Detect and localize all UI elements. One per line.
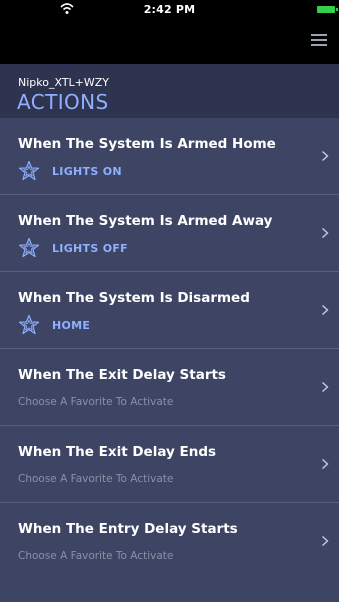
- action-title: When The System Is Armed Away: [18, 213, 273, 229]
- favorite-label: HOME: [52, 318, 91, 332]
- favorite-placeholder: Choose A Favorite To Activate: [18, 473, 174, 485]
- action-item-armed-home[interactable]: When The System Is Armed Home LIGHTS ON: [0, 118, 339, 194]
- action-title: When The System Is Disarmed: [18, 290, 250, 306]
- system-name: Nipko_XTL+WZY: [18, 76, 110, 89]
- action-favorite: Choose A Favorite To Activate: [18, 545, 173, 567]
- favorite-label: LIGHTS OFF: [52, 241, 128, 255]
- status-bar: 2:42 PM: [0, 0, 339, 20]
- action-title: When The System Is Armed Home: [18, 136, 276, 152]
- star-icon: [18, 314, 40, 335]
- favorite-placeholder: Choose A Favorite To Activate: [18, 396, 174, 408]
- chevron-right-icon: [322, 304, 329, 316]
- chevron-right-icon: [322, 150, 329, 162]
- battery-icon: [317, 6, 338, 13]
- chevron-right-icon: [322, 458, 329, 470]
- favorite-label: LIGHTS ON: [52, 164, 122, 178]
- actions-list: When The System Is Armed Home LIGHTS ON …: [0, 118, 339, 579]
- action-title: When The Exit Delay Ends: [18, 444, 217, 460]
- action-item-exit-delay-starts[interactable]: When The Exit Delay Starts Choose A Favo…: [0, 348, 339, 425]
- action-item-armed-away[interactable]: When The System Is Armed Away LIGHTS OFF: [0, 194, 339, 271]
- action-item-entry-delay-starts[interactable]: When The Entry Delay Starts Choose A Fav…: [0, 502, 339, 579]
- action-item-exit-delay-ends[interactable]: When The Exit Delay Ends Choose A Favori…: [0, 425, 339, 502]
- top-navigation-bar: [0, 20, 339, 64]
- action-favorite: LIGHTS ON: [18, 160, 122, 182]
- chevron-right-icon: [322, 535, 329, 547]
- page-title: ACTIONS: [17, 90, 109, 114]
- hamburger-menu-icon[interactable]: [311, 34, 327, 46]
- chevron-right-icon: [322, 381, 329, 393]
- action-favorite: HOME: [18, 314, 90, 336]
- action-title: When The Entry Delay Starts: [18, 521, 238, 537]
- chevron-right-icon: [322, 227, 329, 239]
- app-screen: 2:42 PM Nipko_XTL+WZY ACTIONS When The S…: [0, 0, 339, 602]
- action-item-disarmed[interactable]: When The System Is Disarmed HOME: [0, 271, 339, 348]
- star-icon: [18, 237, 40, 258]
- action-title: When The Exit Delay Starts: [18, 367, 226, 383]
- favorite-placeholder: Choose A Favorite To Activate: [18, 550, 174, 562]
- action-favorite: Choose A Favorite To Activate: [18, 391, 173, 413]
- star-icon: [18, 160, 40, 181]
- status-time: 2:42 PM: [143, 3, 196, 16]
- action-favorite: LIGHTS OFF: [18, 237, 128, 259]
- page-header: Nipko_XTL+WZY ACTIONS: [0, 64, 339, 118]
- action-favorite: Choose A Favorite To Activate: [18, 468, 173, 490]
